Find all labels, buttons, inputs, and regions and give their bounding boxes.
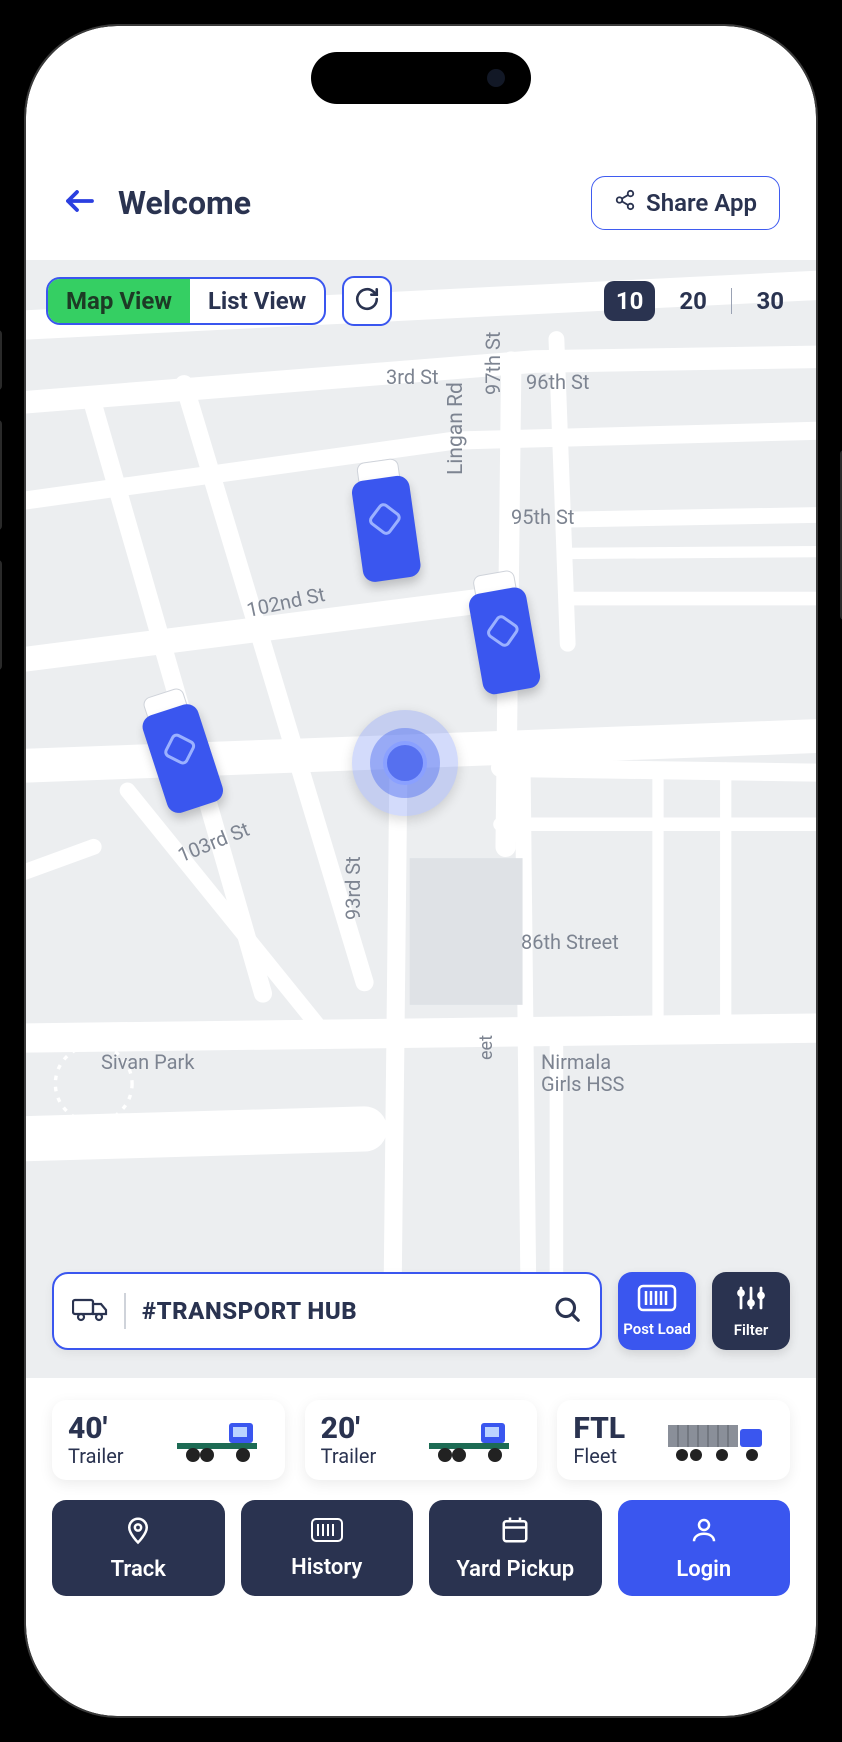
- card-sub: Trailer: [321, 1444, 377, 1468]
- card-ftl-fleet[interactable]: FTL Fleet: [557, 1400, 790, 1480]
- barcode-icon: [310, 1517, 344, 1549]
- share-icon: [614, 189, 636, 217]
- road-label: Nirmala: [541, 1050, 611, 1074]
- tab-map-view[interactable]: Map View: [48, 279, 190, 323]
- nav-yard-pickup[interactable]: Yard Pickup: [429, 1500, 602, 1596]
- filter-label: Filter: [734, 1321, 769, 1339]
- post-load-button[interactable]: Post Load: [618, 1272, 696, 1350]
- road-label: 86th Street: [521, 930, 619, 954]
- search-icon[interactable]: [552, 1294, 582, 1328]
- road-label: 95th St: [511, 505, 574, 529]
- trailer-icon: [382, 1417, 521, 1465]
- truck-icon: [72, 1295, 108, 1327]
- nav-label: Login: [676, 1557, 731, 1582]
- barcode-icon: [637, 1284, 677, 1316]
- card-title: 20': [321, 1414, 377, 1444]
- device-notch: [311, 52, 531, 104]
- nav-label: Track: [111, 1557, 166, 1582]
- post-load-label: Post Load: [623, 1320, 691, 1338]
- share-app-button[interactable]: Share App: [591, 176, 780, 230]
- card-20-trailer[interactable]: 20' Trailer: [305, 1400, 538, 1480]
- back-icon[interactable]: [62, 183, 98, 223]
- separator: [731, 288, 733, 314]
- map-canvas[interactable]: 3rd St 96th St 97th St Lingan Rd 95th St…: [26, 260, 816, 1378]
- nav-label: Yard Pickup: [456, 1557, 574, 1582]
- refresh-button[interactable]: [342, 276, 392, 326]
- app-header: Welcome Share App: [26, 166, 816, 260]
- radius-selector: 10 20 30: [604, 281, 796, 321]
- refresh-icon: [354, 286, 380, 316]
- calendar-icon: [500, 1515, 530, 1551]
- radius-option-10[interactable]: 10: [604, 281, 656, 321]
- trailer-icon: [130, 1417, 269, 1465]
- road-label: eet: [476, 1035, 497, 1060]
- radius-option-20[interactable]: 20: [667, 281, 719, 321]
- radius-option-30[interactable]: 30: [744, 281, 796, 321]
- road-label: Lingan Rd: [444, 382, 468, 475]
- user-location-marker: [352, 710, 458, 816]
- road-label: 96th St: [526, 370, 589, 394]
- card-40-trailer[interactable]: 40' Trailer: [52, 1400, 285, 1480]
- bottom-panel: 40' Trailer 20' Trailer: [26, 1378, 816, 1716]
- card-title: 40': [68, 1414, 124, 1444]
- share-label: Share App: [646, 189, 757, 217]
- road-label: 97th St: [481, 332, 505, 395]
- nav-login[interactable]: Login: [618, 1500, 791, 1596]
- card-sub: Trailer: [68, 1444, 124, 1468]
- road-label: 3rd St: [386, 365, 439, 389]
- page-title: Welcome: [118, 184, 251, 222]
- road-label: Girls HSS: [541, 1072, 624, 1096]
- pin-icon: [123, 1515, 153, 1551]
- user-icon: [689, 1515, 719, 1551]
- nav-label: History: [291, 1555, 362, 1580]
- sliders-icon: [734, 1283, 768, 1317]
- road-label: Sivan Park: [101, 1050, 194, 1074]
- filter-button[interactable]: Filter: [712, 1272, 790, 1350]
- search-input[interactable]: #TRANSPORT HUB: [52, 1272, 602, 1350]
- road-label: 93rd St: [341, 856, 365, 920]
- card-sub: Fleet: [573, 1444, 625, 1468]
- view-toggle: Map View List View: [46, 277, 326, 325]
- search-text: #TRANSPORT HUB: [142, 1297, 536, 1325]
- card-title: FTL: [573, 1414, 625, 1444]
- nav-track[interactable]: Track: [52, 1500, 225, 1596]
- separator: [124, 1293, 126, 1329]
- fleet-icon: [631, 1417, 774, 1465]
- tab-list-view[interactable]: List View: [190, 279, 324, 323]
- nav-history[interactable]: History: [241, 1500, 414, 1596]
